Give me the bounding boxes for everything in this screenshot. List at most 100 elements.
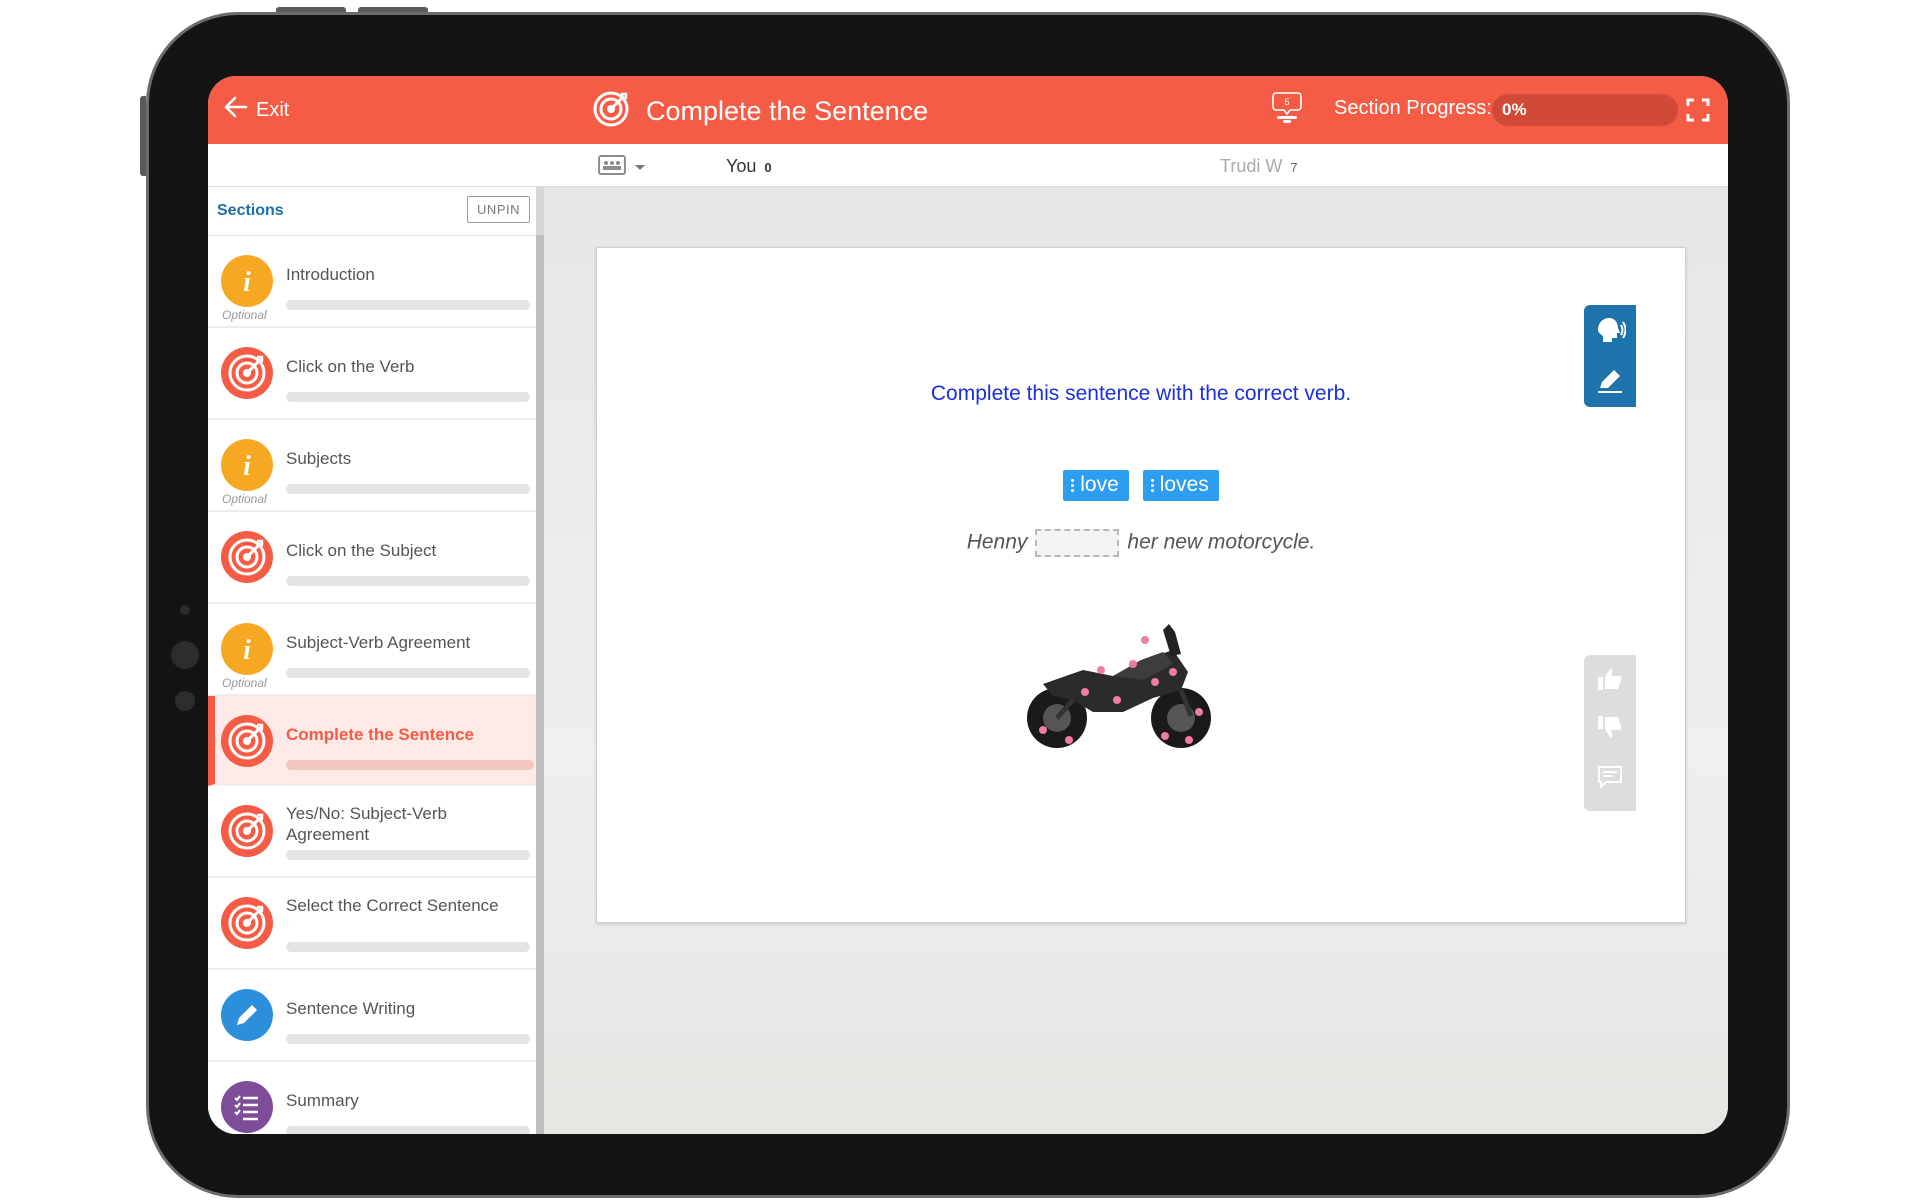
sentence-before: Henny — [966, 530, 1028, 554]
target-icon — [221, 347, 273, 399]
target-icon — [221, 805, 273, 857]
sidebar-item-label: Introduction — [286, 265, 375, 284]
info-icon: i — [221, 255, 273, 307]
read-aloud-button[interactable] — [1584, 307, 1636, 357]
sidebar-title: Sections — [217, 202, 284, 219]
main-content: Complete this sentence with the correct … — [544, 187, 1728, 1134]
tools-panel — [1584, 305, 1636, 407]
sidebar-item-click-on-the-verb[interactable]: Click on the Verb — [208, 328, 536, 420]
exit-button[interactable]: Exit — [224, 96, 289, 124]
sidebar-item-label: Click on the Verb — [286, 357, 415, 376]
pencil-icon — [221, 989, 273, 1041]
you-label: You — [726, 156, 757, 176]
you-score: 0 — [764, 160, 772, 175]
sidebar-item-summary[interactable]: Summary — [208, 1062, 536, 1134]
player-score-opponent: Trudi W 7 — [1220, 156, 1298, 177]
top-bar: Exit Complete the Sentence 5 Section Pro… — [208, 76, 1728, 144]
feedback-panel — [1584, 655, 1636, 811]
sentence: Henny her new motorcycle. — [597, 529, 1685, 557]
section-progress-bar — [286, 300, 530, 310]
chevron-down-icon — [634, 159, 646, 177]
question-instruction: Complete this sentence with the correct … — [930, 382, 1352, 405]
section-list: i Introduction Optional Click on the Verb i S… — [208, 236, 536, 1134]
info-icon: i — [221, 439, 273, 491]
choice-label: love — [1080, 473, 1119, 496]
list-icon — [221, 1081, 273, 1133]
sidebar-item-label: Complete the Sentence — [286, 725, 474, 744]
annotate-button[interactable] — [1584, 357, 1636, 407]
drag-handle-icon — [1150, 478, 1154, 492]
notification-button[interactable]: 5 — [1272, 89, 1302, 130]
tablet-sensor — [171, 641, 199, 669]
choice-loves[interactable]: loves — [1142, 470, 1219, 501]
section-progress-bar — [286, 392, 530, 402]
players-dropdown[interactable] — [598, 155, 646, 180]
sidebar-item-subject-verb-agreement[interactable]: i Subject-Verb Agreement Optional — [208, 604, 536, 696]
sentence-after: her new motorcycle. — [1127, 530, 1316, 554]
section-progress-bar — [286, 1126, 530, 1134]
sidebar-item-select-the-correct-sentence[interactable]: Select the Correct Sentence — [208, 878, 536, 970]
target-icon — [592, 90, 630, 133]
sidebar-item-label: Summary — [286, 1091, 359, 1110]
section-progress-bar — [286, 1034, 530, 1044]
target-icon — [221, 715, 273, 767]
target-icon — [221, 531, 273, 583]
sidebar-item-label: Yes/No: Subject-Verb Agreement — [286, 804, 447, 844]
sidebar-scrollbar[interactable] — [536, 235, 544, 1134]
thumbs-up-icon — [1597, 667, 1623, 696]
speaker-head-icon — [1594, 316, 1627, 349]
svg-text:i: i — [243, 267, 251, 298]
choice-love[interactable]: love — [1063, 470, 1129, 501]
svg-text:i: i — [243, 451, 251, 482]
choice-bank: love loves — [597, 470, 1685, 501]
optional-label: Optional — [222, 492, 267, 506]
optional-label: Optional — [222, 676, 267, 690]
fullscreen-icon[interactable] — [1686, 98, 1710, 127]
notification-count: 5 — [1284, 97, 1289, 107]
opponent-name: Trudi W — [1220, 156, 1283, 176]
info-icon: i — [221, 623, 273, 675]
comment-button[interactable] — [1584, 755, 1636, 803]
player-score-you: You 0 — [726, 156, 772, 177]
thumbs-up-button[interactable] — [1584, 657, 1636, 705]
section-progress-bar: 0% — [1492, 94, 1678, 126]
sidebar-item-label: Subjects — [286, 449, 352, 468]
sidebar-item-sentence-writing[interactable]: Sentence Writing — [208, 970, 536, 1062]
pen-icon — [1596, 366, 1624, 399]
exit-label: Exit — [256, 98, 290, 121]
tablet-sensor — [175, 691, 195, 711]
section-progress-bar — [286, 760, 534, 770]
sidebar-item-yes-no-subject-verb-agreement[interactable]: Yes/No: Subject-Verb Agreement — [208, 786, 536, 878]
motorcycle-image — [1013, 620, 1223, 765]
drag-handle-icon — [1071, 478, 1075, 492]
section-progress-bar — [286, 576, 530, 586]
progress-label: Section Progress: — [1334, 97, 1492, 119]
unpin-button[interactable]: UNPIN — [467, 196, 530, 223]
arrow-left-icon — [224, 96, 248, 124]
section-progress-bar — [286, 484, 530, 494]
sidebar-item-label: Select the Correct Sentence — [286, 896, 499, 915]
sidebar-item-introduction[interactable]: i Introduction Optional — [208, 236, 536, 328]
svg-text:i: i — [243, 635, 251, 666]
opponent-score: 7 — [1290, 160, 1298, 175]
players-icon — [598, 155, 626, 180]
thumbs-down-icon — [1597, 715, 1623, 744]
section-progress-bar — [286, 942, 530, 952]
sidebar-header: Sections UNPIN — [208, 187, 536, 236]
score-bar: You 0 Trudi W 7 — [208, 144, 1728, 187]
tablet-camera — [180, 605, 190, 615]
comment-icon — [1597, 765, 1623, 794]
answer-drop-zone[interactable] — [1035, 529, 1120, 557]
sidebar-item-subjects[interactable]: i Subjects Optional — [208, 420, 536, 512]
sidebar-item-label: Subject-Verb Agreement — [286, 633, 471, 652]
app-screen: Exit Complete the Sentence 5 Section Pro… — [208, 76, 1728, 1134]
sidebar-item-click-on-the-subject[interactable]: Click on the Subject — [208, 512, 536, 604]
sidebar-item-complete-the-sentence[interactable]: Complete the Sentence — [208, 696, 536, 786]
thumbs-down-button[interactable] — [1584, 705, 1636, 753]
question-card: Complete this sentence with the correct … — [596, 247, 1686, 923]
progress-value: 0% — [1502, 100, 1527, 119]
optional-label: Optional — [222, 308, 267, 322]
target-icon — [221, 897, 273, 949]
section-progress-bar — [286, 668, 530, 678]
sidebar-item-label: Click on the Subject — [286, 541, 437, 560]
